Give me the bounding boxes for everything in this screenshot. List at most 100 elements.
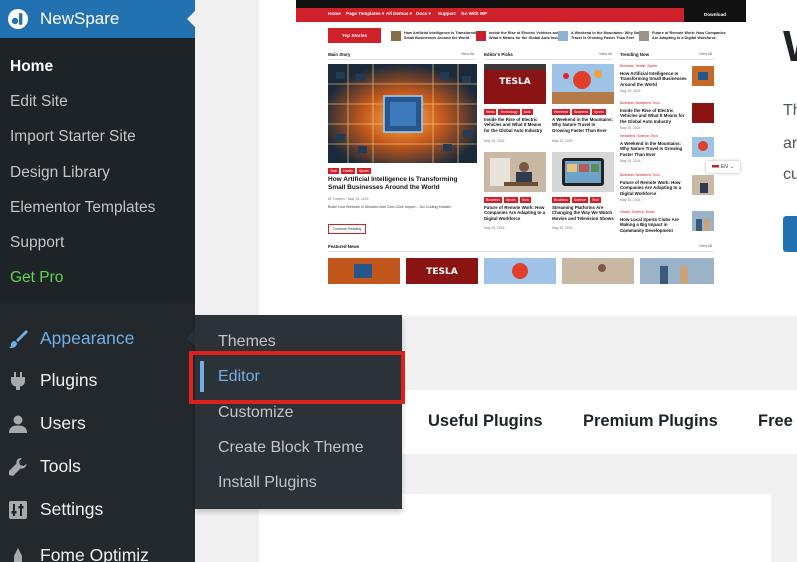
submenu-get-pro[interactable]: Get Pro bbox=[0, 260, 195, 295]
flyout-create-block-theme[interactable]: Create Block Theme bbox=[218, 439, 364, 457]
preview-trending-thumb bbox=[692, 175, 714, 195]
preview-view-all: View All bbox=[599, 52, 613, 56]
preview-tag: Health bbox=[341, 168, 355, 174]
preview-nav-item: Home bbox=[328, 11, 341, 16]
tab-premium-plugins[interactable]: Premium Plugins bbox=[583, 412, 718, 431]
preview-nav-item: Docs ▾ bbox=[416, 11, 431, 16]
preview-trending-thumb bbox=[692, 103, 714, 123]
newspare-label: NewSpare bbox=[40, 9, 120, 28]
rocket-icon bbox=[6, 545, 30, 562]
preview-main-meta: AF Deelers · May 15, 2024 bbox=[328, 197, 369, 201]
submenu-home[interactable]: Home bbox=[0, 49, 195, 84]
flyout-pointer bbox=[187, 330, 195, 346]
preview-trending-headline: How Artificial Intelligence Is Transform… bbox=[620, 71, 687, 87]
preview-editor-tags-3: Business Sports Tech bbox=[484, 197, 531, 203]
menu-settings[interactable]: Settings bbox=[0, 488, 195, 531]
preview-divider bbox=[620, 59, 714, 60]
preview-featured-thumb bbox=[640, 258, 714, 284]
preview-view-all: View All bbox=[699, 244, 713, 248]
hero-text-partial: ar bbox=[783, 135, 797, 152]
preview-section-featured: Featured News bbox=[328, 244, 360, 249]
preview-trending-cat: Business, Newsfeed, Tech bbox=[620, 173, 660, 177]
preview-trending-thumb bbox=[692, 66, 714, 86]
preview-featured-thumb bbox=[562, 258, 634, 284]
preview-tag: Tech bbox=[589, 197, 602, 203]
preview-editor-headline: Streaming Platforms Are Changing the Way… bbox=[552, 205, 614, 221]
preview-trending-thumb bbox=[692, 137, 714, 157]
preview-tag: Sports bbox=[356, 168, 371, 174]
menu-partial-item[interactable]: Fome Optimiz bbox=[0, 545, 195, 562]
preview-editor-headline: Future of Remote Work: How Companies Are… bbox=[484, 205, 546, 221]
preview-main-image-cpu bbox=[328, 64, 477, 163]
preview-view-all: View All bbox=[461, 52, 475, 56]
preview-trending-cat: Health, Science, World bbox=[620, 210, 655, 214]
preview-continue-button: Continue Reading bbox=[328, 224, 366, 234]
flyout-themes[interactable]: Themes bbox=[218, 333, 276, 351]
flag-icon bbox=[711, 164, 719, 170]
flyout-customize[interactable]: Customize bbox=[218, 404, 294, 422]
flyout-install-plugins[interactable]: Install Plugins bbox=[218, 474, 317, 492]
preview-editor-tags-4: Business Science Tech bbox=[552, 197, 602, 203]
submenu-edit-site[interactable]: Edit Site bbox=[0, 84, 195, 119]
submenu-design-library[interactable]: Design Library bbox=[0, 155, 195, 190]
plugin-icon bbox=[6, 369, 30, 393]
preview-tablet-image bbox=[552, 152, 614, 192]
menu-plugins-label: Plugins bbox=[40, 370, 98, 390]
menu-tools[interactable]: Tools bbox=[0, 445, 195, 488]
chevron-down-icon: ⌄ bbox=[729, 164, 735, 170]
preview-trending-headline: A Weekend in the Mountains: Why Nature T… bbox=[620, 141, 683, 157]
preview-date: May 15, 2024 bbox=[484, 226, 505, 230]
hero-button-partial[interactable] bbox=[783, 216, 797, 252]
preview-trending-headline: Future of Remote Work: How Companies Are… bbox=[620, 180, 682, 196]
preview-tag: Business bbox=[572, 109, 591, 115]
hero-text-partial: Th bbox=[783, 102, 797, 119]
menu-partial-label: Fome Optimiz bbox=[40, 545, 149, 562]
preview-section-main: Main Story bbox=[328, 52, 351, 57]
preview-featured-thumb bbox=[484, 258, 556, 284]
preview-tesla-text: TESLA bbox=[426, 267, 458, 277]
preview-divider bbox=[328, 59, 476, 60]
tab-free-partial[interactable]: Free w bbox=[758, 412, 797, 431]
menu-appearance[interactable]: Appearance bbox=[0, 317, 195, 360]
preview-tag: Business bbox=[552, 197, 570, 203]
tab-useful-plugins[interactable]: Useful Plugins bbox=[428, 412, 543, 431]
preview-nav-item: Page Templates ▾ bbox=[346, 11, 385, 16]
preview-ticker-text: A Weekend in the Mountains: Why Nature T… bbox=[571, 31, 646, 40]
preview-date: May 15, 2024 bbox=[620, 229, 641, 233]
preview-featured-thumb bbox=[328, 258, 400, 284]
hero-text-partial: cu bbox=[783, 166, 797, 183]
preview-date: May 15, 2024 bbox=[620, 126, 641, 130]
menu-users-label: Users bbox=[40, 413, 86, 433]
preview-topbar bbox=[296, 0, 746, 8]
newspare-submenu: Home Edit Site Import Starter Site Desig… bbox=[0, 49, 195, 295]
preview-nav-item: Support bbox=[438, 11, 456, 16]
wrench-icon bbox=[6, 455, 30, 479]
preview-main-headline: How Artificial Intelligence Is Transform… bbox=[328, 176, 458, 191]
preview-office-image bbox=[484, 152, 546, 192]
preview-ticker-item: A Weekend in the Mountains: Why Nature T… bbox=[558, 29, 649, 43]
paintbrush-icon bbox=[6, 327, 30, 351]
newspare-menu-item[interactable]: NewSpare bbox=[0, 0, 195, 38]
theme-preview-image: Home Page Templates ▾ All Demos ▾ Docs ▾… bbox=[296, 0, 746, 290]
preview-featured-thumb: TESLA bbox=[406, 258, 478, 284]
newspare-logo-icon bbox=[8, 9, 28, 29]
preview-balloon-image bbox=[552, 64, 614, 104]
preview-trending-headline: Inside the Rise of Electric Vehicles and… bbox=[620, 108, 685, 124]
preview-tag: Tech bbox=[519, 197, 531, 203]
preview-view-all: View All bbox=[699, 52, 713, 56]
preview-tag: Sports bbox=[503, 197, 518, 203]
preview-top-stories: Top Stories bbox=[328, 28, 381, 43]
preview-date: May 15, 2024 bbox=[620, 198, 641, 202]
preview-language-switcher: EN ⌄ bbox=[706, 161, 740, 173]
menu-plugins[interactable]: Plugins bbox=[0, 359, 195, 402]
preview-editor-headline: Inside the Rise of Electric Vehicles and… bbox=[484, 117, 543, 133]
submenu-support[interactable]: Support bbox=[0, 225, 195, 260]
preview-lang-label: EN bbox=[720, 164, 728, 170]
preview-trending-cat: Business, Health, Sports bbox=[620, 64, 658, 68]
submenu-elementor-templates[interactable]: Elementor Templates bbox=[0, 190, 195, 225]
submenu-import-starter-site[interactable]: Import Starter Site bbox=[0, 119, 195, 154]
menu-users[interactable]: Users bbox=[0, 402, 195, 445]
preview-ticker-item: How Artificial Intelligence Is Transform… bbox=[391, 29, 482, 43]
preview-tesla-text: TESLA bbox=[499, 77, 531, 87]
preview-editor-tags-1: News Technology Auto bbox=[484, 109, 533, 115]
